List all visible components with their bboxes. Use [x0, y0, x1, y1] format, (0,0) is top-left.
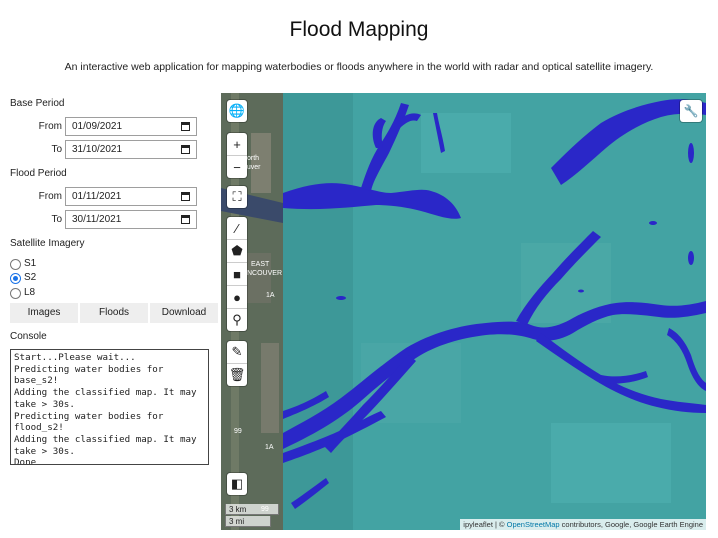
flood-to-value: 30/11/2021: [72, 214, 122, 225]
layer-control[interactable]: 🌐: [227, 100, 247, 122]
wrench-icon[interactable]: 🔧: [680, 100, 702, 122]
split-map-control[interactable]: ◧: [227, 473, 247, 495]
floods-button[interactable]: Floods: [80, 303, 148, 323]
fullscreen-control[interactable]: ⛶: [227, 186, 247, 208]
rectangle-icon[interactable]: ■: [227, 263, 247, 286]
flood-from-date-input[interactable]: 01/11/2021: [65, 187, 197, 206]
draw-toolbar[interactable]: ∕ ⬟ ■ ● ⚲: [227, 217, 247, 331]
calendar-icon[interactable]: [181, 122, 190, 131]
globe-icon[interactable]: 🌐: [227, 100, 247, 122]
polyline-icon[interactable]: ∕: [227, 217, 247, 240]
marker-icon[interactable]: ⚲: [227, 309, 247, 331]
flood-period-heading: Flood Period: [10, 168, 67, 179]
flood-from-label: From: [38, 191, 62, 202]
calendar-icon[interactable]: [181, 215, 190, 224]
base-to-label: To: [51, 144, 62, 155]
images-button[interactable]: Images: [10, 303, 78, 323]
map-view[interactable]: orth ouver EAST NCOUVER 1A 99 99 1A 🌐 + …: [221, 93, 706, 530]
split-map-icon[interactable]: ◧: [227, 473, 247, 495]
base-from-date-input[interactable]: 01/09/2021: [65, 117, 197, 136]
flood-to-date-input[interactable]: 30/11/2021: [65, 210, 197, 229]
polygon-icon[interactable]: ⬟: [227, 240, 247, 263]
base-period-heading: Base Period: [10, 98, 65, 109]
openstreetmap-link[interactable]: OpenStreetMap: [507, 520, 560, 529]
attribution-prefix: ipyleaflet | ©: [463, 520, 507, 529]
base-from-value: 01/09/2021: [72, 121, 123, 132]
flood-to-row: To 30/11/2021: [0, 210, 220, 230]
circle-icon[interactable]: ●: [227, 286, 247, 309]
console-heading: Console: [10, 331, 47, 342]
radio-circle-selected[interactable]: [10, 273, 21, 284]
map-label: orth: [247, 155, 259, 162]
radio-circle[interactable]: [10, 288, 21, 299]
map-label: EAST: [251, 261, 270, 268]
radio-s2-label: S2: [24, 272, 37, 283]
map-label: NCOUVER: [247, 270, 282, 277]
scale-mi: 3 mi: [225, 516, 271, 527]
fullscreen-icon[interactable]: ⛶: [227, 186, 247, 208]
map-imagery: orth ouver EAST NCOUVER 1A 99 99 1A: [221, 93, 706, 530]
download-button[interactable]: Download: [150, 303, 218, 323]
map-attribution: ipyleaflet | © OpenStreetMap contributor…: [460, 519, 706, 530]
calendar-icon[interactable]: [181, 145, 190, 154]
attribution-suffix: contributors, Google, Google Earth Engin…: [559, 520, 703, 529]
radio-s1-label: S1: [24, 258, 37, 269]
base-to-value: 31/10/2021: [72, 144, 123, 155]
edit-toolbar[interactable]: ✎ 🗑: [227, 341, 247, 386]
plus-icon[interactable]: +: [227, 133, 247, 156]
scale-km: 3 km: [225, 504, 279, 515]
flood-to-label: To: [51, 214, 62, 225]
base-to-row: To 31/10/2021: [0, 140, 220, 160]
map-label: 1A: [266, 292, 275, 299]
page-title: Flood Mapping: [289, 18, 429, 41]
trash-icon[interactable]: 🗑: [227, 364, 247, 386]
base-from-row: From 01/09/2021: [0, 117, 220, 137]
map-label: 1A: [265, 444, 274, 451]
imagery-heading: Satellite Imagery: [10, 238, 85, 249]
page-subtitle: An interactive web application for mappi…: [64, 61, 654, 73]
calendar-icon[interactable]: [181, 192, 190, 201]
flood-from-row: From 01/11/2021: [0, 187, 220, 207]
edit-icon[interactable]: ✎: [227, 341, 247, 364]
base-from-label: From: [38, 121, 62, 132]
zoom-control[interactable]: + −: [227, 133, 247, 178]
radio-circle[interactable]: [10, 259, 21, 270]
console-output[interactable]: Start...Please wait... Predicting water …: [10, 349, 209, 465]
map-label: 99: [234, 428, 242, 435]
minus-icon[interactable]: −: [227, 156, 247, 178]
flood-from-value: 01/11/2021: [72, 191, 122, 202]
radio-l8-label: L8: [24, 287, 36, 298]
base-to-date-input[interactable]: 31/10/2021: [65, 140, 197, 159]
